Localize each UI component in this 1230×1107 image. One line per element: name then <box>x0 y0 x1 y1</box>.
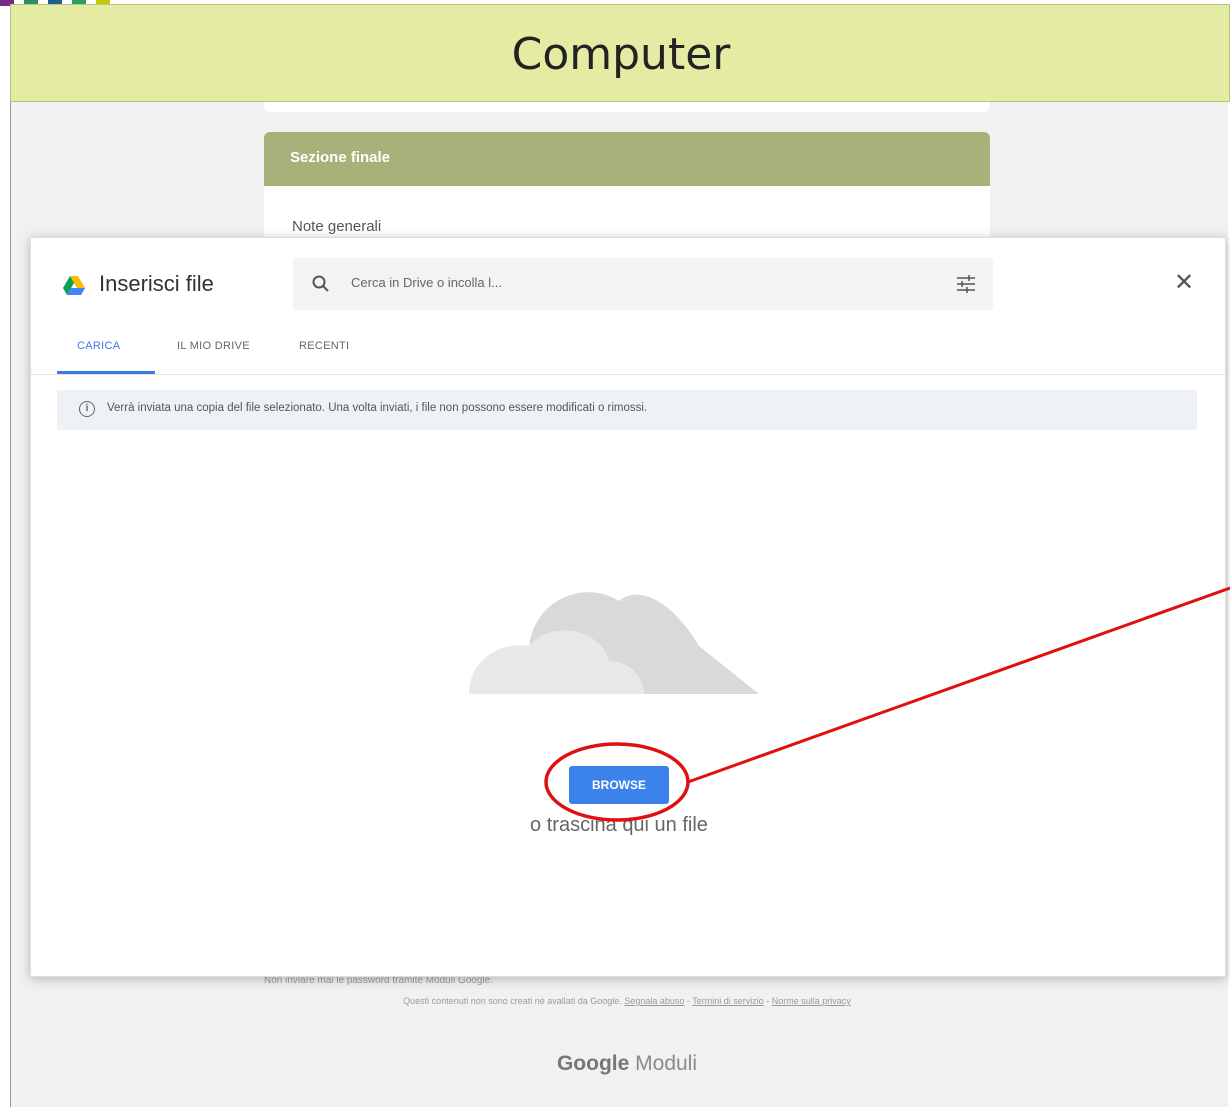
tab-recenti[interactable]: RECENTI <box>299 340 349 352</box>
tab-carica[interactable]: CARICA <box>77 340 120 352</box>
info-text: Verrà inviata una copia del file selezio… <box>107 402 648 414</box>
tab-il-mio-drive[interactable]: IL MIO DRIVE <box>177 340 250 352</box>
close-icon[interactable]: ✕ <box>1169 268 1199 298</box>
drive-search-field[interactable]: Cerca in Drive o incolla l... <box>293 258 993 310</box>
slide-title-banner: Computer <box>10 4 1230 102</box>
slide-title: Computer <box>511 29 731 80</box>
info-banner: i Verrà inviata una copia del file selez… <box>57 390 1197 430</box>
privacy-link[interactable]: Norme sulla privacy <box>772 996 851 1006</box>
question-label: Note generali <box>292 218 382 235</box>
form-card-top <box>264 102 990 112</box>
info-icon: i <box>79 401 95 417</box>
tabs-divider <box>31 374 1225 375</box>
report-abuse-link[interactable]: Segnala abuso <box>624 996 684 1006</box>
search-input[interactable]: Cerca in Drive o incolla l... <box>351 275 911 290</box>
section-header: Sezione finale <box>264 132 990 186</box>
search-options-icon[interactable] <box>955 274 977 294</box>
section-title: Sezione finale <box>290 149 391 166</box>
google-forms-logo[interactable]: Google Moduli <box>264 1052 990 1076</box>
legal-text: Questi contenuti non sono creati né aval… <box>403 996 622 1006</box>
dialog-title: Inserisci file <box>99 271 214 296</box>
drop-hint: o trascina qui un file <box>530 814 708 836</box>
brand-moduli: Moduli <box>635 1052 698 1075</box>
cloud-upload-icon <box>469 592 759 694</box>
footer-legal: Questi contenuti non sono creati né aval… <box>403 996 851 1006</box>
terms-link[interactable]: Termini di servizio <box>692 996 764 1006</box>
insert-file-dialog: Inserisci file Cerca in Drive o incolla … <box>30 237 1226 977</box>
google-drive-icon <box>63 276 85 295</box>
brand-google: Google <box>556 1052 630 1075</box>
search-icon[interactable] <box>311 274 331 294</box>
browse-button[interactable]: BROWSE <box>569 766 669 804</box>
